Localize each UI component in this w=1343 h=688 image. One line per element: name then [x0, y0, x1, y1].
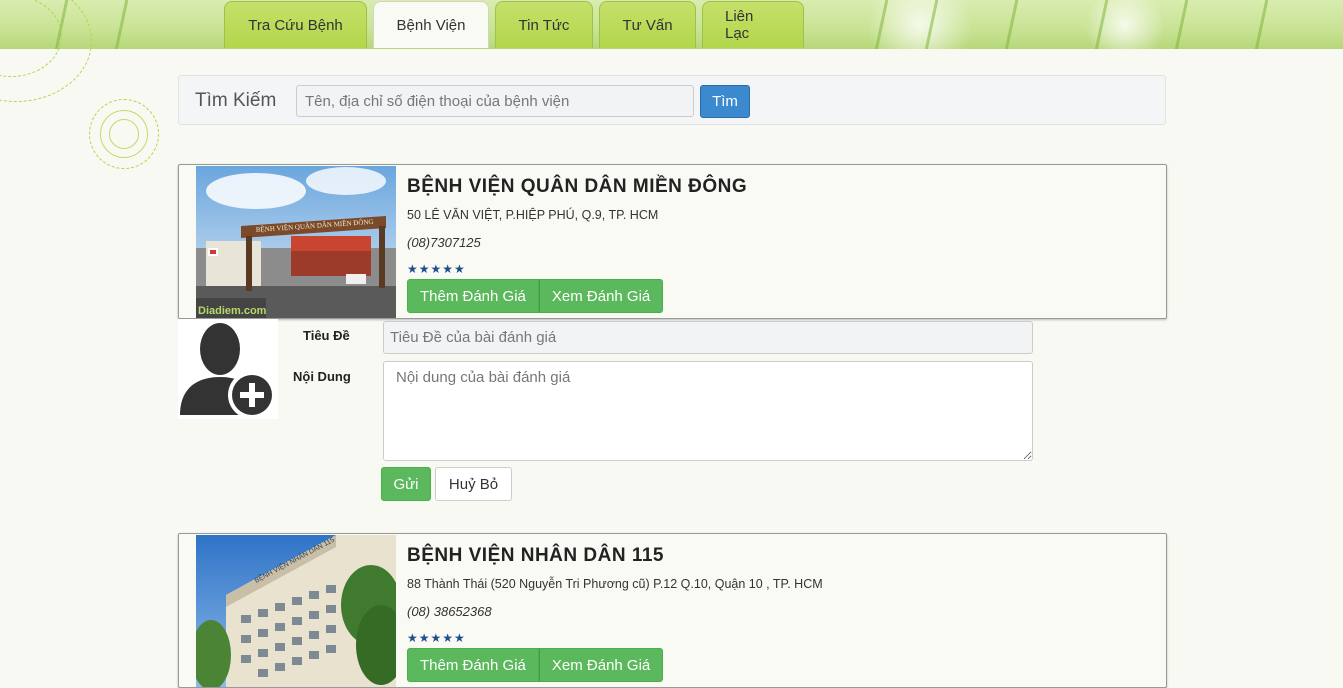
view-reviews-button[interactable]: Xem Đánh Giá	[538, 648, 664, 682]
hospital-address: 50 LÊ VĂN VIỆT, P.HIỆP PHÚ, Q.9, TP. HCM	[407, 208, 659, 222]
review-button-group: Thêm Đánh Giá Xem Đánh Giá	[407, 648, 664, 682]
view-reviews-button[interactable]: Xem Đánh Giá	[538, 279, 664, 313]
search-label: Tìm Kiếm	[195, 90, 277, 111]
hospital-card: BỆNH VIỆN NHÂN DÂN 115 BỆNH VIỆN NHÂN DÂ…	[178, 533, 1167, 688]
rating-stars: ★★★★★	[407, 262, 466, 276]
grass-blade	[1173, 0, 1190, 49]
hospital-address: 88 Thành Thái (520 Nguyễn Tri Phương cũ)…	[407, 577, 823, 591]
grass-blade	[113, 0, 130, 49]
hospital-name: BỆNH VIỆN NHÂN DÂN 115	[407, 545, 664, 566]
review-content-textarea[interactable]	[383, 361, 1033, 461]
photo-watermark: Diadiem.com	[198, 305, 267, 317]
submit-review-button[interactable]: Gửi	[381, 467, 431, 501]
cancel-review-button[interactable]: Huỷ Bỏ	[435, 467, 512, 501]
review-title-input[interactable]	[383, 321, 1033, 354]
main-nav: Tra Cứu Bệnh Bệnh Viện Tin Tức Tư Vấn Li…	[224, 1, 804, 48]
tab-tu-van[interactable]: Tư Vấn	[599, 1, 696, 48]
rating-stars: ★★★★★	[407, 631, 466, 645]
hospital-phone: (08)7307125	[407, 235, 481, 250]
search-input[interactable]	[296, 85, 694, 117]
hospital-photo: BỆNH VIỆN QUÂN DÂN MIỀN ĐÔNG Diadiem.com	[196, 166, 396, 318]
banner-glow	[1080, 0, 1170, 49]
tab-tin-tuc[interactable]: Tin Tức	[495, 1, 593, 48]
tab-benh-vien[interactable]: Bệnh Viện	[373, 1, 489, 48]
tab-lien-lac[interactable]: Liên Lạc	[702, 1, 804, 48]
review-form: Tiêu Đề Nội Dung Gửi Huỷ Bỏ	[178, 319, 1048, 509]
hospital-phone: (08) 38652368	[407, 604, 492, 619]
search-panel: Tìm Kiếm Tìm	[178, 75, 1166, 125]
add-review-button[interactable]: Thêm Đánh Giá	[407, 648, 539, 682]
tab-tra-cuu-benh[interactable]: Tra Cứu Bệnh	[224, 1, 367, 48]
add-user-icon	[178, 319, 278, 419]
review-button-group: Thêm Đánh Giá Xem Đánh Giá	[407, 279, 664, 313]
hospital-photo: BỆNH VIỆN NHÂN DÂN 115	[196, 535, 396, 687]
grass-blade	[1253, 0, 1270, 49]
decorative-circle	[109, 119, 139, 149]
content-label: Nội Dung	[293, 369, 351, 384]
title-label: Tiêu Đề	[303, 328, 350, 343]
add-review-button[interactable]: Thêm Đánh Giá	[407, 279, 539, 313]
grass-blade	[1003, 0, 1020, 49]
hospital-name: BỆNH VIỆN QUÂN DÂN MIỀN ĐÔNG	[407, 176, 748, 197]
hospital-card: BỆNH VIỆN QUÂN DÂN MIỀN ĐÔNG Diadiem.com…	[178, 164, 1167, 319]
search-button[interactable]: Tìm	[700, 85, 750, 118]
